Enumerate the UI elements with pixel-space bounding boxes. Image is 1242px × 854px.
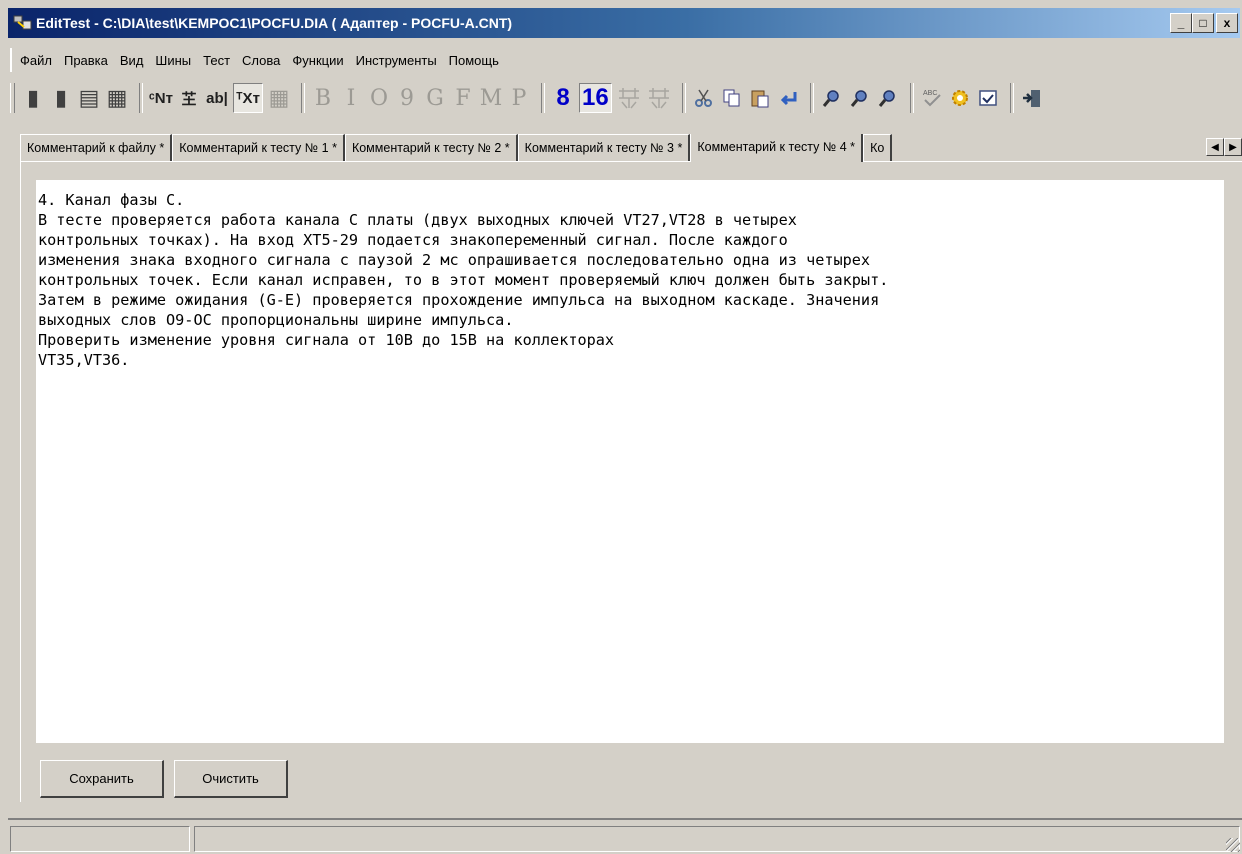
editor-line: VT35,VT36.	[38, 351, 130, 369]
nine-icon[interactable]: 9	[395, 84, 419, 112]
status-pane-left	[10, 826, 190, 852]
toolbar-separator	[541, 83, 545, 113]
kanji-alt-icon[interactable]	[646, 84, 672, 112]
print-preview-icon[interactable]: ▦	[105, 84, 129, 112]
spellcheck-icon[interactable]: ABC	[920, 84, 944, 112]
scroll-left-icon[interactable]: ◀	[1206, 138, 1224, 156]
title-bar[interactable]: EditTest - C:\DIA\test\KEMPOC1\POCFU.DIA…	[8, 8, 1240, 38]
status-bar	[8, 818, 1242, 854]
save-disk-icon[interactable]: ▤	[77, 84, 101, 112]
new-file-icon[interactable]: ▮	[21, 84, 45, 112]
settings-gear-icon[interactable]	[948, 84, 972, 112]
menu-tools[interactable]: Инструменты	[356, 53, 437, 68]
menu-help[interactable]: Помощь	[449, 53, 499, 68]
tab-next-partial[interactable]: Ко	[863, 134, 893, 162]
grid-table-icon[interactable]: ▦	[267, 84, 291, 112]
editor-line: 4. Канал фазы С.	[38, 191, 185, 209]
letter-p-icon[interactable]: P	[507, 84, 531, 112]
find-icon[interactable]	[820, 84, 844, 112]
menu-test[interactable]: Тест	[203, 53, 230, 68]
circuit-icon[interactable]: 芏	[177, 84, 201, 112]
tab-strip: Комментарий к файлу * Комментарий к тест…	[20, 134, 1242, 162]
editor-line: контрольных точек. Если канал исправен, …	[38, 271, 889, 289]
tab-file-comment[interactable]: Комментарий к файлу *	[20, 134, 173, 162]
open-folder-icon[interactable]: ▮	[49, 84, 73, 112]
editor-line: контрольных точках). На вход ХТ5-29 пода…	[38, 231, 788, 249]
toolbar-separator	[301, 83, 305, 113]
letter-f-icon[interactable]: F	[451, 84, 475, 112]
toolbar-separator	[139, 83, 143, 113]
svg-text:ABC: ABC	[923, 90, 937, 97]
base-8-icon[interactable]: 8	[551, 84, 575, 112]
minimize-button[interactable]: _	[1170, 13, 1192, 33]
toolbar-separator	[809, 83, 814, 113]
letter-g-icon[interactable]: G	[423, 84, 447, 112]
undo-arrow-icon[interactable]	[776, 84, 800, 112]
toolbar-separator	[681, 83, 686, 113]
checkbox-icon[interactable]	[976, 84, 1000, 112]
menu-functions[interactable]: Функции	[292, 53, 343, 68]
clear-button[interactable]: Очистить	[174, 760, 288, 798]
ab-text-icon[interactable]: ab|	[205, 84, 229, 112]
maximize-button[interactable]: □	[1192, 13, 1214, 33]
resize-grip-icon[interactable]	[1226, 838, 1240, 852]
tab-scroll-controls: ◀ ▶	[1206, 138, 1242, 156]
menu-bar: Файл Правка Вид Шины Тест Слова Функции …	[10, 48, 511, 72]
toolbar-separator	[909, 83, 914, 113]
menu-file[interactable]: Файл	[20, 53, 52, 68]
letter-m-icon[interactable]: M	[479, 84, 503, 112]
scroll-right-icon[interactable]: ▶	[1224, 138, 1242, 156]
replace-icon[interactable]	[876, 84, 900, 112]
editor-line: Затем в режиме ожидания (G-E) проверяетс…	[38, 291, 880, 309]
circle-o-icon[interactable]: O	[367, 84, 391, 112]
bold-b-icon[interactable]: B	[311, 84, 335, 112]
menu-view[interactable]: Вид	[120, 53, 144, 68]
tab-test-4-comment[interactable]: Комментарий к тесту № 4 *	[690, 134, 864, 162]
kanji-icon[interactable]	[616, 84, 642, 112]
nt-symbol-icon[interactable]: ᶜNᴛ	[149, 84, 173, 112]
cut-icon[interactable]	[692, 84, 716, 112]
toolbar: ▮ ▮ ▤ ▦ ᶜNᴛ 芏 ab| ᵀXᴛ ▦ B I O 9 G F M P …	[10, 80, 1242, 116]
tx-format-icon[interactable]: ᵀXᴛ	[233, 83, 263, 113]
italic-i-icon[interactable]: I	[339, 84, 363, 112]
tab-test-1-comment[interactable]: Комментарий к тесту № 1 *	[172, 134, 345, 162]
menu-words[interactable]: Слова	[242, 53, 280, 68]
editor-line: изменения знака входного сигнала с паузо…	[38, 251, 871, 269]
window-title: EditTest - C:\DIA\test\KEMPOC1\POCFU.DIA…	[36, 15, 513, 31]
menu-buses[interactable]: Шины	[155, 53, 191, 68]
exit-door-icon[interactable]	[1020, 84, 1044, 112]
editor-line: выходных слов О9-ОС пропорциональны шири…	[38, 311, 514, 329]
editor-line: Проверить изменение уровня сигнала от 10…	[38, 331, 615, 349]
editor-line: В тесте проверяется работа канала С плат…	[38, 211, 797, 229]
tab-test-3-comment[interactable]: Комментарий к тесту № 3 *	[517, 134, 691, 162]
menu-edit[interactable]: Правка	[64, 53, 108, 68]
save-button[interactable]: Сохранить	[40, 760, 164, 798]
toolbar-grip[interactable]	[10, 83, 15, 113]
close-button[interactable]: x	[1216, 13, 1238, 33]
find-next-icon[interactable]	[848, 84, 872, 112]
comment-editor[interactable]: 4. Канал фазы С. В тесте проверяется рабо…	[36, 180, 1224, 743]
base-16-icon[interactable]: 16	[579, 83, 612, 113]
toolbar-separator	[1009, 83, 1014, 113]
status-pane-main	[194, 826, 1240, 852]
app-icon	[13, 15, 32, 30]
paste-icon[interactable]	[748, 84, 772, 112]
copy-icon[interactable]	[720, 84, 744, 112]
tab-test-2-comment[interactable]: Комментарий к тесту № 2 *	[344, 134, 518, 162]
